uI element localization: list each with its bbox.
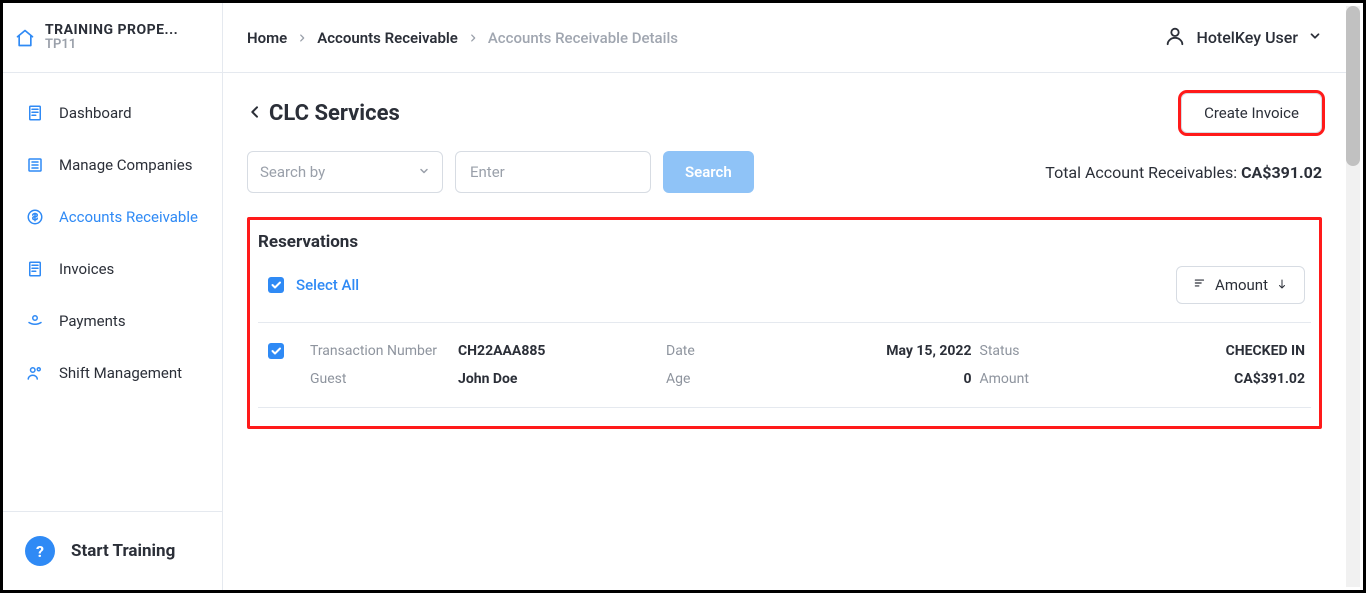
breadcrumb-current: Accounts Receivable Details bbox=[488, 29, 678, 47]
guest-value: John Doe bbox=[458, 371, 658, 387]
main: Home Accounts Receivable Accounts Receiv… bbox=[223, 3, 1363, 590]
sidebar-item-accounts-receivable[interactable]: Accounts Receivable bbox=[3, 195, 222, 239]
chevron-left-icon bbox=[247, 101, 263, 126]
sort-icon bbox=[1193, 276, 1207, 294]
total-ar-value: CA$391.02 bbox=[1241, 163, 1322, 182]
brand: TRAINING PROPE... TP11 bbox=[3, 3, 222, 73]
content: CLC Services Create Invoice Search by Se… bbox=[223, 73, 1346, 449]
breadcrumb-ar[interactable]: Accounts Receivable bbox=[317, 29, 458, 47]
topbar: Home Accounts Receivable Accounts Receiv… bbox=[223, 3, 1346, 73]
home-icon bbox=[15, 28, 35, 48]
txn-value: CH22AAA885 bbox=[458, 343, 658, 359]
companies-icon bbox=[25, 155, 45, 175]
payments-icon bbox=[25, 311, 45, 331]
amount-label: Amount bbox=[980, 371, 1120, 387]
sidebar-item-label: Invoices bbox=[59, 260, 114, 278]
reservation-row[interactable]: Transaction Number CH22AAA885 Date May 1… bbox=[256, 323, 1313, 407]
invoices-icon bbox=[25, 259, 45, 279]
reservations-section: Reservations Select All Amount bbox=[247, 217, 1322, 429]
user-menu[interactable]: HotelKey User bbox=[1164, 25, 1322, 51]
brand-subtitle: TP11 bbox=[45, 38, 178, 52]
sidebar-item-label: Shift Management bbox=[59, 364, 182, 382]
txn-label: Transaction Number bbox=[310, 343, 450, 359]
search-by-select[interactable]: Search by bbox=[247, 151, 443, 193]
shift-icon bbox=[25, 363, 45, 383]
sidebar-item-shift-management[interactable]: Shift Management bbox=[3, 351, 222, 395]
dashboard-icon bbox=[25, 103, 45, 123]
user-icon bbox=[1164, 25, 1186, 51]
start-training[interactable]: ? Start Training bbox=[3, 511, 222, 590]
sidebar-item-label: Dashboard bbox=[59, 104, 132, 122]
select-all[interactable]: Select All bbox=[268, 276, 359, 294]
sidebar: TRAINING PROPE... TP11 Dashboard Manage … bbox=[3, 3, 223, 590]
sidebar-item-manage-companies[interactable]: Manage Companies bbox=[3, 143, 222, 187]
status-value: CHECKED IN bbox=[1128, 343, 1306, 359]
page-title[interactable]: CLC Services bbox=[247, 101, 400, 126]
arrow-down-icon bbox=[1276, 276, 1288, 294]
sort-amount-button[interactable]: Amount bbox=[1176, 266, 1305, 304]
sidebar-item-payments[interactable]: Payments bbox=[3, 299, 222, 343]
status-label: Status bbox=[980, 343, 1120, 359]
row-checkbox[interactable] bbox=[268, 343, 284, 359]
chevron-right-icon bbox=[297, 33, 307, 43]
age-label: Age bbox=[666, 371, 786, 387]
sidebar-nav: Dashboard Manage Companies Accounts Rece… bbox=[3, 73, 222, 511]
scrollbar-thumb[interactable] bbox=[1346, 6, 1360, 166]
sidebar-item-label: Payments bbox=[59, 312, 126, 330]
help-icon: ? bbox=[25, 536, 55, 566]
sidebar-item-invoices[interactable]: Invoices bbox=[3, 247, 222, 291]
create-invoice-button[interactable]: Create Invoice bbox=[1181, 93, 1322, 133]
sidebar-item-label: Manage Companies bbox=[59, 156, 192, 174]
guest-label: Guest bbox=[310, 371, 450, 387]
ar-icon bbox=[25, 207, 45, 227]
chevron-down-icon bbox=[418, 163, 430, 181]
amount-value: CA$391.02 bbox=[1128, 371, 1306, 387]
age-value: 0 bbox=[794, 371, 972, 387]
search-by-placeholder: Search by bbox=[260, 163, 325, 181]
date-value: May 15, 2022 bbox=[794, 343, 972, 359]
brand-title: TRAINING PROPE... bbox=[45, 23, 178, 38]
scrollbar[interactable] bbox=[1346, 6, 1360, 587]
sidebar-item-label: Accounts Receivable bbox=[59, 208, 198, 226]
select-all-label: Select All bbox=[296, 276, 359, 294]
reservations-title: Reservations bbox=[256, 220, 1313, 266]
start-training-label: Start Training bbox=[71, 541, 175, 561]
total-ar-label: Total Account Receivables: bbox=[1045, 163, 1241, 182]
breadcrumb: Home Accounts Receivable Accounts Receiv… bbox=[247, 29, 678, 47]
checkbox-checked-icon bbox=[268, 277, 284, 293]
sidebar-item-dashboard[interactable]: Dashboard bbox=[3, 91, 222, 135]
breadcrumb-home[interactable]: Home bbox=[247, 29, 287, 47]
page-title-text: CLC Services bbox=[269, 101, 400, 126]
chevron-right-icon bbox=[468, 33, 478, 43]
date-label: Date bbox=[666, 343, 786, 359]
user-name: HotelKey User bbox=[1196, 28, 1298, 47]
search-input[interactable] bbox=[455, 151, 651, 193]
chevron-down-icon bbox=[1308, 28, 1322, 47]
total-ar: Total Account Receivables: CA$391.02 bbox=[1045, 163, 1322, 182]
search-button[interactable]: Search bbox=[663, 151, 754, 193]
sort-amount-label: Amount bbox=[1215, 276, 1268, 294]
